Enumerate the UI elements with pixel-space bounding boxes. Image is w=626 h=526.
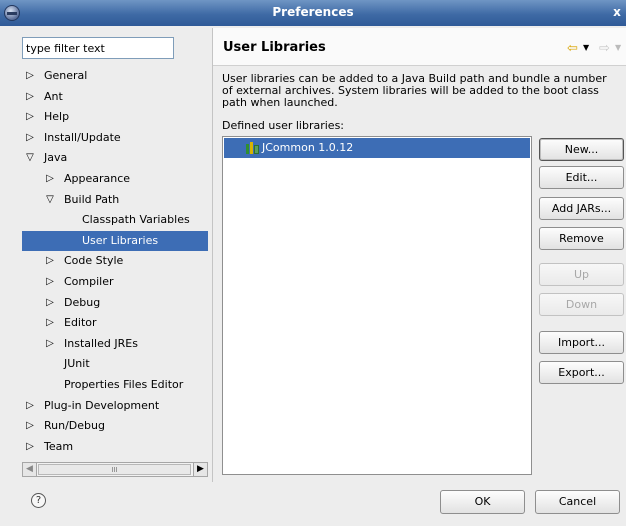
tree-item[interactable]: ▷ Compiler <box>22 272 208 292</box>
new-button[interactable]: New... <box>539 138 624 161</box>
page-header: User Libraries ⇦ ▼ ⇨ ▼ <box>213 28 626 66</box>
collapse-arrow-icon[interactable]: ▽ <box>44 190 56 210</box>
ok-button[interactable]: OK <box>440 490 525 514</box>
list-item[interactable]: JCommon 1.0.12 <box>224 138 530 158</box>
remove-button[interactable]: Remove <box>539 227 624 250</box>
tree-horizontal-scrollbar[interactable]: ◀ III ▶ <box>22 462 208 477</box>
expand-arrow-icon[interactable]: ▷ <box>44 293 56 313</box>
tree-item[interactable]: ▷ Plug-in Development <box>22 396 208 416</box>
tree-item-label: Debug <box>64 296 101 309</box>
tree-item-label: Ant <box>44 90 63 103</box>
library-name: JCommon 1.0.12 <box>262 141 354 154</box>
page-description: User libraries can be added to a Java Bu… <box>222 72 607 109</box>
tree-item-label: General <box>44 69 88 82</box>
tree-item-label: Appearance <box>64 172 131 185</box>
close-icon[interactable]: x <box>610 5 624 19</box>
tree-item-label: Team <box>44 440 74 453</box>
tree-item[interactable]: ▷ Editor <box>22 313 208 333</box>
tree-item[interactable]: ▷ General <box>22 66 208 86</box>
tree-item-label: Code Style <box>64 254 124 267</box>
expand-arrow-icon[interactable]: ▷ <box>24 416 36 436</box>
tree-item-label: Installed JREs <box>64 337 138 350</box>
tree-item-label: JUnit <box>64 357 90 370</box>
tree-item-label: Java <box>44 151 68 164</box>
tree-item[interactable]: ▷ Install/Update <box>22 128 208 148</box>
tree-item-label: Classpath Variables <box>82 213 190 226</box>
forward-arrow-icon: ⇨ <box>599 41 610 56</box>
tree-item[interactable]: User Libraries <box>22 231 208 251</box>
scroll-left-icon[interactable]: ◀ <box>23 463 37 476</box>
window-title: Preferences <box>272 5 354 19</box>
tree-item[interactable]: ▷ Installed JREs <box>22 334 208 354</box>
tree-item[interactable]: ▷ Ant <box>22 87 208 107</box>
tree-item[interactable]: Classpath Variables <box>22 210 208 230</box>
expand-arrow-icon[interactable]: ▷ <box>24 128 36 148</box>
tree-item-label: Run/Debug <box>44 419 105 432</box>
tree-item[interactable]: ▷ Run/Debug <box>22 416 208 436</box>
scroll-thumb[interactable]: III <box>38 464 191 475</box>
expand-arrow-icon[interactable]: ▷ <box>44 272 56 292</box>
down-button[interactable]: Down <box>539 293 624 316</box>
tree-item[interactable]: ▷ Debug <box>22 293 208 313</box>
tree-item[interactable]: ▷ Help <box>22 107 208 127</box>
add-jars-button[interactable]: Add JARs... <box>539 197 624 220</box>
expand-arrow-icon[interactable]: ▷ <box>44 169 56 189</box>
tree-item-label: Plug-in Development <box>44 399 160 412</box>
tree-item[interactable]: ▽ Build Path <box>22 190 208 210</box>
expand-arrow-icon[interactable]: ▷ <box>44 334 56 354</box>
tree-item[interactable]: Properties Files Editor <box>22 375 208 395</box>
tree-item[interactable]: ▷ Appearance <box>22 169 208 189</box>
collapse-arrow-icon[interactable]: ▽ <box>24 148 36 168</box>
panel-divider[interactable] <box>212 28 213 482</box>
library-icon <box>246 142 260 154</box>
back-arrow-icon[interactable]: ⇦ <box>567 41 578 56</box>
forward-dropdown-icon: ▼ <box>615 43 622 52</box>
scroll-right-icon[interactable]: ▶ <box>193 463 207 476</box>
export-button[interactable]: Export... <box>539 361 624 384</box>
expand-arrow-icon[interactable]: ▷ <box>44 313 56 333</box>
title-bar: Preferences x <box>0 0 626 26</box>
expand-arrow-icon[interactable]: ▷ <box>24 107 36 127</box>
import-button[interactable]: Import... <box>539 331 624 354</box>
tree-item-label: User Libraries <box>82 234 159 247</box>
expand-arrow-icon[interactable]: ▷ <box>24 437 36 457</box>
user-library-list[interactable]: JCommon 1.0.12 <box>222 136 532 475</box>
expand-arrow-icon[interactable]: ▷ <box>24 396 36 416</box>
tree-item-label: Properties Files Editor <box>64 378 184 391</box>
tree-item-label: Install/Update <box>44 131 121 144</box>
tree-item-label: Editor <box>64 316 97 329</box>
filter-input[interactable] <box>22 37 174 59</box>
expand-arrow-icon[interactable]: ▷ <box>44 251 56 271</box>
cancel-button[interactable]: Cancel <box>535 490 620 514</box>
tree-item[interactable]: JUnit <box>22 354 208 374</box>
back-dropdown-icon[interactable]: ▼ <box>583 43 589 52</box>
expand-arrow-icon[interactable]: ▷ <box>24 87 36 107</box>
tree-item-label: Build Path <box>64 193 120 206</box>
tree-item-label: Help <box>44 110 70 123</box>
edit-button[interactable]: Edit... <box>539 166 624 189</box>
tree-item-label: Compiler <box>64 275 114 288</box>
page-title: User Libraries <box>223 40 326 55</box>
help-icon[interactable]: ? <box>31 493 46 508</box>
expand-arrow-icon[interactable]: ▷ <box>24 66 36 86</box>
preference-tree[interactable]: ▷ General ▷ Ant ▷ Help ▷ Install/Update ▽ Java ▷ Ap… <box>22 66 208 462</box>
tree-item[interactable]: ▽ Java <box>22 148 208 168</box>
defined-libraries-label: Defined user libraries: <box>222 119 345 132</box>
up-button[interactable]: Up <box>539 263 624 286</box>
tree-item[interactable]: ▷ Code Style <box>22 251 208 271</box>
tree-item[interactable]: ▷ Team <box>22 437 208 457</box>
